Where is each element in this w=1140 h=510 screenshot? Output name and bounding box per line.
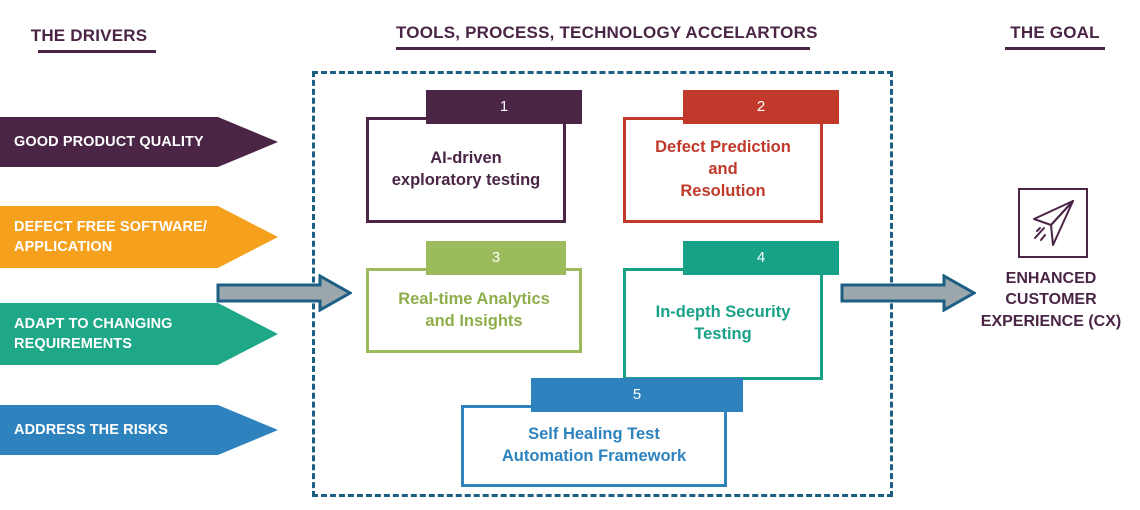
driver-label: ADAPT TO CHANGING REQUIREMENTS [14, 316, 173, 352]
section-title-tools-text: TOOLS, PROCESS, TECHNOLOGY ACCELARTORS [396, 23, 818, 42]
accelerator-card-1-body: AI-driven exploratory testing [366, 117, 566, 223]
accelerator-card-2-number-bar: 2 [683, 90, 839, 124]
accelerator-card-5-body: Self Healing Test Automation Framework [461, 405, 727, 487]
driver-chevron-address-the-risks[interactable]: ADDRESS THE RISKS [0, 405, 278, 455]
driver-chevron-good-product-quality[interactable]: GOOD PRODUCT QUALITY [0, 117, 278, 167]
accelerator-card-4-number: 4 [756, 249, 766, 266]
accelerator-card-5-title: Self Healing Test Automation Framework [501, 425, 687, 465]
section-title-drivers-underline [38, 50, 156, 53]
driver-label: DEFECT FREE SOFTWARE/ APPLICATION [14, 219, 208, 255]
section-title-tools-underline [396, 47, 810, 50]
driver-label: ADDRESS THE RISKS [14, 422, 168, 438]
section-title-drivers: THE DRIVERS [22, 26, 156, 53]
section-title-goal-underline [1005, 47, 1105, 50]
driver-chevron-defect-free-software[interactable]: DEFECT FREE SOFTWARE/ APPLICATION [0, 206, 278, 268]
accelerator-card-5-number: 5 [632, 386, 642, 403]
section-title-goal: THE GOAL [1005, 23, 1105, 50]
accelerator-card-4-body: In-depth Security Testing [623, 268, 823, 380]
section-title-drivers-text: THE DRIVERS [30, 26, 148, 45]
accelerator-card-2-number: 2 [756, 98, 766, 115]
accelerator-card-1-title: AI-driven exploratory testing [391, 149, 541, 189]
driver-label: GOOD PRODUCT QUALITY [14, 134, 204, 150]
diagram-canvas: THE DRIVERS TOOLS, PROCESS, TECHNOLOGY A… [0, 0, 1140, 510]
section-title-goal-text: THE GOAL [1010, 23, 1100, 42]
accelerator-card-5-number-bar: 5 [531, 378, 743, 412]
accelerator-card-1-number: 1 [499, 98, 509, 115]
accelerator-card-2-title: Defect Prediction and Resolution [655, 138, 791, 200]
accelerator-card-3-number-bar: 3 [426, 241, 566, 275]
goal-label: ENHANCED CUSTOMER EXPERIENCE (CX) [980, 270, 1122, 330]
accelerator-card-3-title: Real-time Analytics and Insights [398, 289, 550, 330]
accelerator-card-4-title: In-depth Security Testing [655, 303, 791, 343]
drivers-to-accelerators-arrow [216, 273, 354, 317]
accelerator-card-1-number-bar: 1 [426, 90, 582, 124]
accelerator-card-3-number: 3 [491, 249, 501, 266]
paper-plane-icon [1018, 188, 1088, 258]
accelerator-card-2-body: Defect Prediction and Resolution [623, 117, 823, 223]
accelerator-card-4-number-bar: 4 [683, 241, 839, 275]
section-title-tools: TOOLS, PROCESS, TECHNOLOGY ACCELARTORS [396, 23, 818, 50]
accelerator-card-3-body: Real-time Analytics and Insights [366, 268, 582, 353]
